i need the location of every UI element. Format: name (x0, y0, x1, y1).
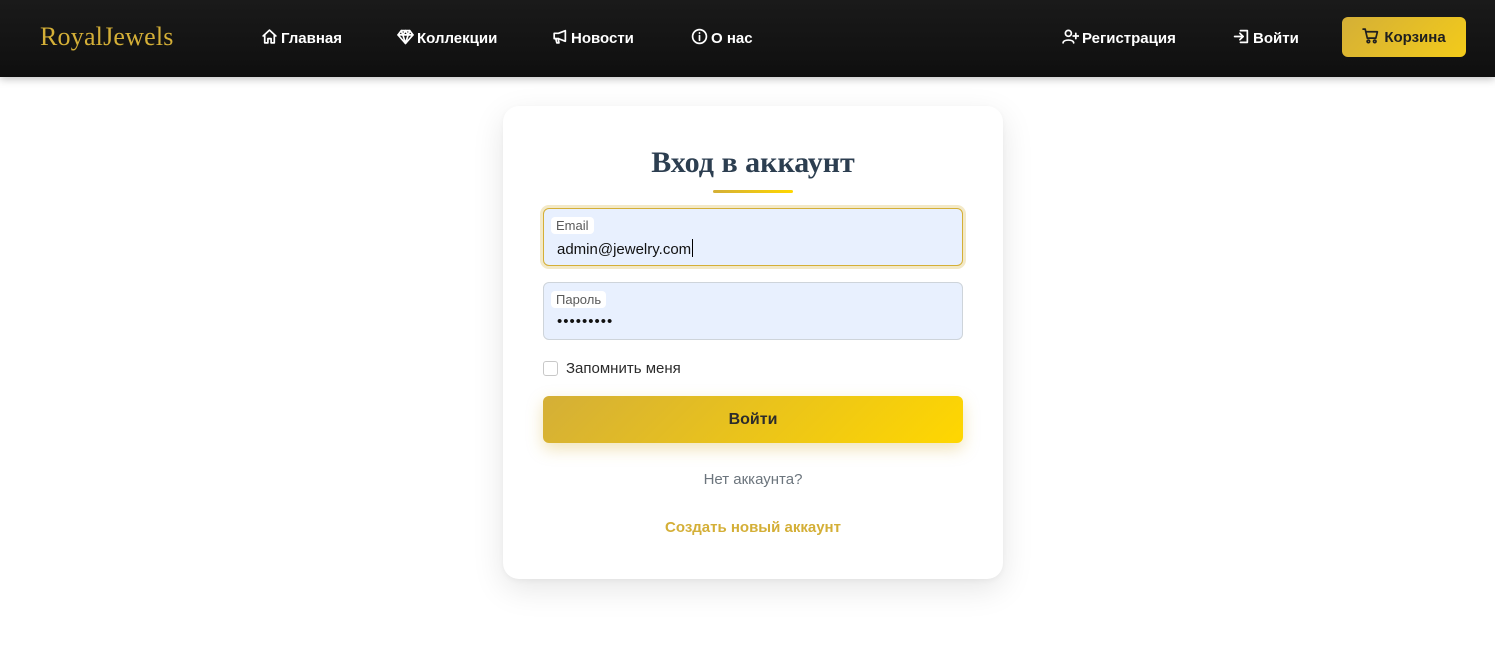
nav-collections-label: Коллекции (417, 29, 498, 47)
create-account-link[interactable]: Создать новый аккаунт (503, 519, 1003, 536)
email-value-row: admin@jewelry.com (557, 239, 694, 258)
nav-collections[interactable]: Коллекции (397, 28, 497, 48)
nav-login[interactable]: Войти (1233, 28, 1299, 48)
nav-news[interactable]: Новости (551, 28, 634, 48)
email-label: Email (551, 217, 594, 234)
nav-login-label: Войти (1253, 29, 1299, 47)
nav-register[interactable]: Регистрация (1062, 28, 1176, 48)
nav-register-label: Регистрация (1082, 29, 1176, 47)
title-underline (713, 190, 793, 193)
password-label: Пароль (551, 291, 607, 308)
nav-home[interactable]: Главная (261, 28, 342, 48)
cart-icon (1362, 27, 1379, 48)
top-navbar: RoyalJewels Главная Коллекции Новости О … (0, 0, 1495, 77)
cart-label: Корзина (1384, 28, 1446, 46)
nav-news-label: Новости (571, 29, 634, 47)
megaphone-icon (551, 28, 568, 49)
info-icon (691, 28, 708, 49)
box-arrow-in-right-icon (1233, 28, 1250, 49)
text-caret (692, 239, 694, 257)
nav-about-label: О нас (711, 29, 753, 47)
login-card: Вход в аккаунт Email admin@jewelry.com П… (503, 106, 1003, 579)
person-plus-icon (1062, 28, 1080, 49)
email-field[interactable]: Email admin@jewelry.com (543, 208, 963, 266)
nav-about[interactable]: О нас (691, 28, 753, 48)
remember-me: Запомнить меня (543, 360, 681, 377)
gem-icon (397, 28, 414, 49)
home-icon (261, 28, 278, 49)
login-submit-button[interactable]: Войти (543, 396, 963, 443)
email-value: admin@jewelry.com (557, 241, 692, 258)
login-title: Вход в аккаунт (651, 146, 855, 179)
cart-button[interactable]: Корзина (1342, 17, 1466, 57)
no-account-text: Нет аккаунта? (703, 471, 803, 488)
nav-home-label: Главная (281, 29, 343, 47)
remember-label[interactable]: Запомнить меня (566, 360, 681, 377)
password-value: ••••••••• (557, 313, 614, 330)
remember-checkbox[interactable] (543, 361, 558, 376)
brand-logo[interactable]: RoyalJewels (40, 22, 174, 52)
password-field[interactable]: Пароль ••••••••• (543, 282, 963, 340)
